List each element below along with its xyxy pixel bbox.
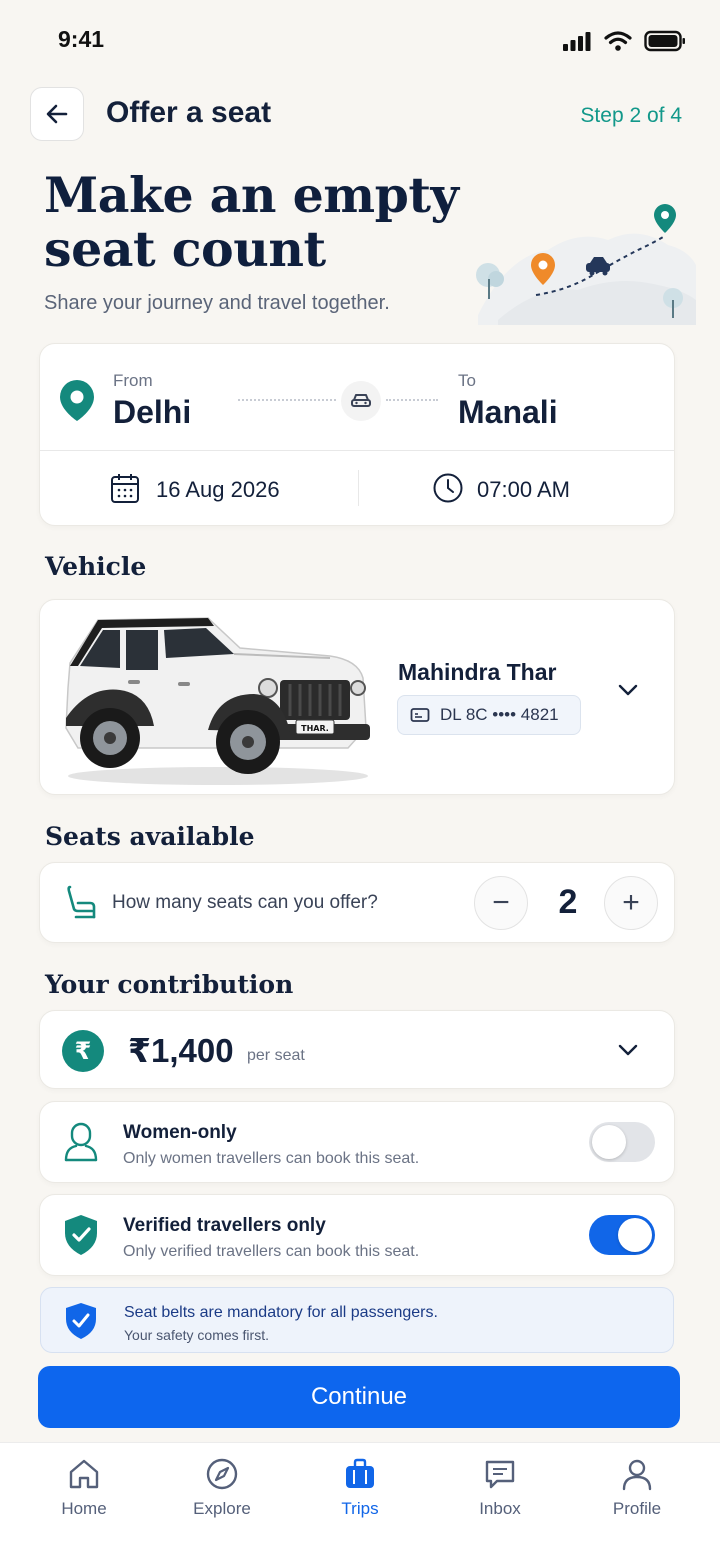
nav-inbox[interactable]: Inbox: [440, 1457, 560, 1519]
women-only-toggle[interactable]: [589, 1122, 655, 1162]
option-description: Only women travellers can book this seat…: [123, 1150, 420, 1167]
calendar-icon: [111, 474, 139, 503]
clock-icon: [433, 473, 463, 503]
nav-label: Inbox: [479, 1499, 521, 1518]
notice-title: Seat belts are mandatory for all passeng…: [124, 1304, 438, 1321]
contribution-section-title: Your contribution: [45, 970, 294, 999]
license-plate-chip: DL 8C •••• 4821: [397, 695, 581, 735]
step-indicator: Step 2 of 4: [580, 104, 682, 127]
increment-seats-button[interactable]: +: [604, 876, 658, 930]
continue-button[interactable]: Continue: [38, 1366, 680, 1428]
page-title: Offer a seat: [106, 96, 272, 129]
nav-home[interactable]: Home: [24, 1457, 144, 1519]
hero-subtitle: Share your journey and travel together.: [44, 292, 390, 314]
shield-check-icon: [65, 1215, 97, 1255]
vehicle-image: THAR.: [65, 617, 370, 785]
seat-count: 2: [558, 883, 578, 921]
back-button[interactable]: [30, 87, 84, 141]
price-amount: ₹1,400: [128, 1032, 234, 1069]
vehicle-card[interactable]: THAR. Mahindra Thar DL 8C •••• 4821: [39, 599, 675, 795]
decrement-seats-button[interactable]: −: [474, 876, 528, 930]
nav-profile[interactable]: Profile: [577, 1457, 697, 1519]
route-line: [386, 399, 438, 401]
compass-icon: [206, 1458, 238, 1490]
option-title: Verified travellers only: [123, 1215, 326, 1236]
nav-label: Profile: [612, 1499, 662, 1518]
message-icon: [485, 1460, 515, 1489]
to-city[interactable]: Manali: [458, 394, 558, 431]
bottom-navigation: Home Explore Trips Inbox Profile: [0, 1442, 720, 1556]
shield-check-icon: [66, 1303, 96, 1339]
id-card-icon: [410, 708, 430, 722]
seats-section-title: Seats available: [45, 822, 255, 851]
battery-icon: [644, 30, 685, 52]
signal-icon: [563, 32, 591, 51]
user-icon: [622, 1459, 652, 1491]
wifi-icon: [604, 31, 632, 51]
location-pin-icon: [60, 380, 94, 421]
home-icon: [69, 1459, 99, 1489]
vehicle-section-title: Vehicle: [45, 552, 147, 581]
woman-icon: [64, 1122, 98, 1162]
status-time: 9:41: [58, 26, 105, 52]
hero-title: Make an empty seat count: [44, 166, 459, 278]
license-plate-text: DL 8C •••• 4821: [440, 705, 559, 724]
plus-icon: +: [622, 886, 640, 919]
minus-icon: −: [492, 886, 510, 919]
divider: [40, 450, 674, 451]
verified-only-option: Verified travellers only Only verified t…: [39, 1194, 675, 1276]
seat-icon: [67, 885, 96, 919]
nav-explore[interactable]: Explore: [162, 1457, 282, 1519]
chevron-down-icon[interactable]: [616, 678, 640, 702]
route-line: [238, 399, 336, 401]
arrow-left-icon: [46, 104, 68, 124]
nav-label: Home: [61, 1499, 107, 1518]
women-only-option: Women-only Only women travellers can boo…: [39, 1101, 675, 1183]
seats-question: How many seats can you offer?: [112, 892, 378, 913]
chevron-down-icon[interactable]: [616, 1038, 640, 1062]
contribution-card[interactable]: ₹ ₹1,400 per seat: [39, 1010, 675, 1089]
trip-date[interactable]: 16 Aug 2026: [156, 477, 280, 503]
status-icons: [562, 30, 686, 52]
journey-illustration: [476, 204, 696, 325]
option-title: Women-only: [123, 1122, 237, 1143]
safety-notice: Seat belts are mandatory for all passeng…: [40, 1287, 674, 1353]
verified-only-toggle[interactable]: [589, 1215, 655, 1255]
suitcase-icon: [346, 1458, 374, 1488]
from-city[interactable]: Delhi: [113, 394, 191, 431]
notice-subtitle: Your safety comes first.: [124, 1327, 269, 1343]
option-description: Only verified travellers can book this s…: [123, 1243, 420, 1260]
nav-label: Trips: [341, 1499, 379, 1518]
nav-trips[interactable]: Trips: [300, 1457, 420, 1519]
car-icon: [351, 394, 371, 407]
toggle-knob: [592, 1125, 626, 1159]
seats-card: How many seats can you offer? − 2 +: [39, 862, 675, 943]
to-label: To: [458, 371, 476, 390]
from-label: From: [113, 371, 153, 390]
route-card: From Delhi To Manali 16 Aug 2026 07:00 A…: [39, 343, 675, 526]
toggle-knob: [618, 1218, 652, 1252]
car-badge: [341, 381, 381, 421]
map-pin-teal-icon: [654, 204, 676, 233]
price-unit: per seat: [247, 1047, 305, 1064]
divider: [358, 470, 359, 506]
vehicle-name: Mahindra Thar: [398, 659, 557, 685]
nav-label: Explore: [193, 1499, 251, 1518]
plate-badge-text: THAR.: [301, 724, 329, 733]
trip-time[interactable]: 07:00 AM: [477, 477, 570, 503]
rupee-icon: ₹: [62, 1030, 104, 1072]
